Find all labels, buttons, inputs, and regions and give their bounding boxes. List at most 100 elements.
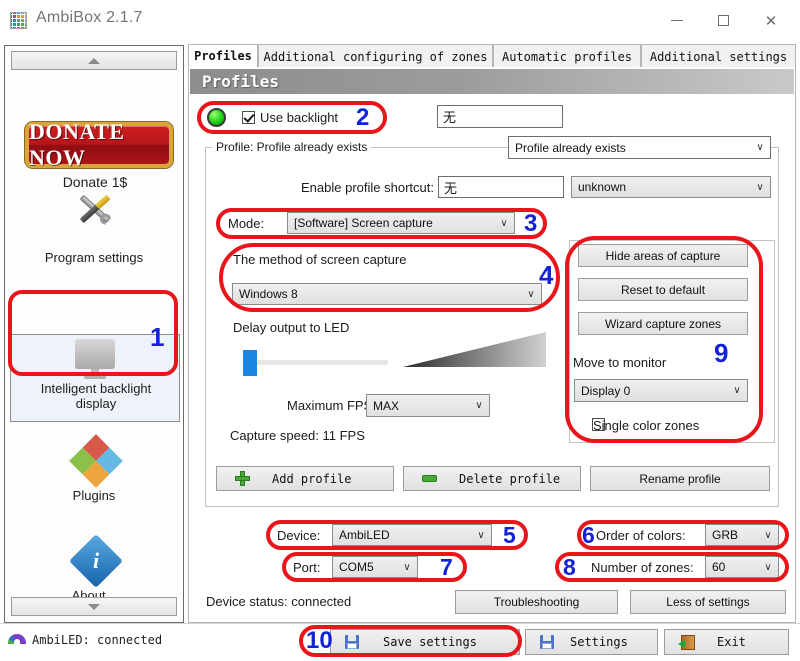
less-of-settings-button[interactable]: Less of settings	[630, 590, 786, 614]
capture-method-select[interactable]: Windows 8 ∨	[232, 283, 542, 305]
hide-areas-label: Hide areas of capture	[605, 248, 721, 263]
delay-output-label: Delay output to LED	[233, 320, 350, 335]
tab-additional-configuring-of-zones[interactable]: Additional configuring of zones	[258, 44, 493, 68]
settings-button[interactable]: Settings	[525, 629, 658, 655]
profile-select[interactable]: Profile already exists ∨	[508, 136, 771, 159]
profile-group-title: Profile: Profile already exists	[212, 140, 372, 154]
single-color-zones-label: Single color zones	[593, 418, 700, 433]
chevron-down-icon: ∨	[764, 529, 772, 541]
move-to-monitor-label: Move to monitor	[573, 355, 667, 370]
sidebar-item-plugins[interactable]: Plugins	[11, 434, 177, 524]
sidebar-item-label-plugins: Plugins	[72, 488, 116, 503]
order-of-colors-select[interactable]: GRB ∨	[705, 524, 779, 546]
less-of-settings-label: Less of settings	[666, 595, 750, 609]
wizard-capture-zones-button[interactable]: Wizard capture zones	[578, 312, 748, 335]
sidebar-item-label-backlight-line1: Intelligent backlight	[40, 381, 152, 396]
minimize-button[interactable]	[654, 0, 700, 41]
shortcut-value: 无	[444, 180, 458, 196]
puzzle-icon	[69, 434, 123, 488]
close-icon: ✕	[764, 12, 778, 30]
save-settings-label: Save settings	[383, 635, 477, 649]
shortcut-state-value: unknown	[578, 180, 627, 194]
port-select[interactable]: COM5 ∨	[332, 556, 418, 578]
mode-value: [Software] Screen capture	[294, 216, 433, 230]
chevron-down-icon	[88, 603, 100, 610]
chevron-down-icon: ∨	[477, 529, 485, 541]
maximize-button[interactable]	[700, 0, 746, 41]
exit-door-icon	[678, 634, 695, 650]
delay-slider-thumb[interactable]	[243, 350, 257, 376]
tab-additional-settings[interactable]: Additional settings	[641, 44, 796, 68]
tab-automatic-profiles[interactable]: Automatic profiles	[493, 44, 641, 68]
sidebar-item-label-program-settings: Program settings	[44, 250, 144, 265]
sidebar-item-label-backlight-line2: display	[75, 396, 117, 411]
profile-name-field[interactable]: 无	[437, 105, 563, 128]
device-status-text: Device status: connected	[206, 594, 352, 609]
shortcut-state-select[interactable]: unknown ∨	[571, 176, 771, 198]
maximize-icon	[717, 15, 729, 26]
annotation-badge-6: 6	[582, 522, 595, 548]
capture-speed-text: Capture speed: 11 FPS	[230, 428, 365, 443]
device-value: AmbiLED	[339, 528, 390, 542]
mode-label: Mode:	[228, 216, 265, 231]
annotation-badge-4: 4	[539, 260, 554, 290]
donate-caption: Donate 1$	[62, 174, 128, 190]
number-of-zones-value: 60	[712, 560, 726, 574]
mode-select[interactable]: [Software] Screen capture ∨	[287, 212, 515, 234]
reset-label: Reset to default	[620, 282, 706, 297]
port-label: Port:	[293, 560, 321, 575]
plus-icon	[235, 471, 250, 486]
app-logo-icon	[10, 12, 27, 29]
number-of-zones-select[interactable]: 60 ∨	[705, 556, 779, 578]
sidebar-scroll-up-button[interactable]	[11, 51, 177, 70]
tab-profiles[interactable]: Profiles	[188, 44, 258, 68]
max-fps-select[interactable]: MAX ∨	[366, 394, 490, 417]
troubleshooting-button[interactable]: Troubleshooting	[455, 590, 618, 614]
chevron-down-icon: ∨	[733, 385, 741, 396]
chevron-down-icon: ∨	[756, 142, 764, 153]
max-fps-value: MAX	[373, 398, 400, 413]
reset-to-default-button[interactable]: Reset to default	[578, 278, 748, 301]
capture-method-label: The method of screen capture	[233, 252, 407, 267]
add-profile-button[interactable]: Add profile	[216, 466, 394, 491]
use-backlight-checkbox[interactable]	[242, 111, 255, 124]
backlight-status-led	[207, 108, 226, 127]
title-bar: AmbiBox 2.1.7 ✕	[0, 0, 800, 41]
hide-areas-of-capture-button[interactable]: Hide areas of capture	[578, 244, 748, 267]
annotation-badge-10: 10	[306, 627, 333, 654]
chevron-down-icon: ∨	[475, 400, 483, 411]
save-settings-button[interactable]: Save settings	[330, 629, 520, 655]
number-of-zones-label: Number of zones:	[591, 560, 694, 575]
delete-profile-label: Delete profile	[459, 471, 561, 486]
rename-profile-button[interactable]: Rename profile	[590, 466, 770, 491]
port-value: COM5	[339, 560, 374, 574]
profile-name-value: 无	[443, 110, 457, 125]
annotation-badge-1: 1	[150, 322, 165, 352]
delete-profile-button[interactable]: Delete profile	[403, 466, 581, 491]
donate-now-button[interactable]: DONATE NOW	[25, 119, 173, 170]
order-of-colors-value: GRB	[712, 528, 739, 542]
donate-button-label: DONATE NOW	[29, 119, 125, 170]
shortcut-field[interactable]: 无	[438, 176, 564, 198]
tab-label: Profiles	[194, 49, 252, 63]
chevron-down-icon: ∨	[500, 217, 508, 229]
sidebar-item-program-settings[interactable]: Program settings	[11, 194, 177, 286]
tab-label: Additional configuring of zones	[263, 49, 488, 64]
minimize-icon	[671, 20, 683, 21]
device-label: Device:	[277, 528, 321, 543]
delay-slider-track[interactable]	[243, 360, 388, 365]
chevron-down-icon: ∨	[527, 288, 535, 300]
annotation-badge-2: 2	[356, 104, 370, 131]
profile-select-value: Profile already exists	[515, 140, 626, 155]
floppy-disk-icon	[540, 635, 554, 649]
chevron-down-icon: ∨	[756, 181, 764, 193]
monitor-select[interactable]: Display 0 ∨	[574, 379, 748, 402]
section-title: Profiles	[202, 72, 280, 91]
close-button[interactable]: ✕	[748, 0, 794, 41]
add-profile-label: Add profile	[272, 471, 352, 486]
use-backlight-label: Use backlight	[260, 110, 339, 125]
exit-button[interactable]: Exit	[664, 629, 789, 655]
monitor-icon	[73, 339, 117, 379]
device-select[interactable]: AmbiLED ∨	[332, 524, 492, 546]
sidebar-scroll-down-button[interactable]	[11, 597, 177, 616]
